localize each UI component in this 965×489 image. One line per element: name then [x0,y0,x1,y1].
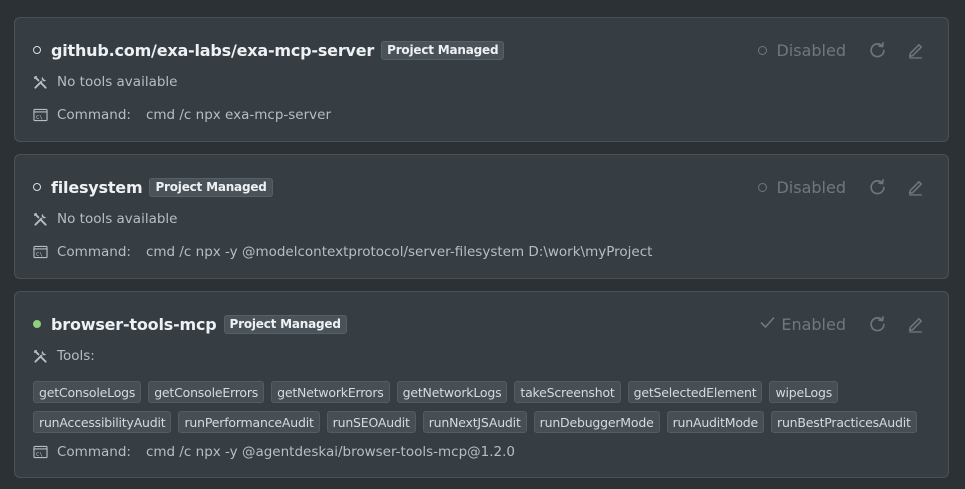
server-status-toggle[interactable]: Enabled [760,315,846,334]
server-title-row: github.com/exa-labs/exa-mcp-server Proje… [33,38,505,62]
status-dot-icon [33,46,41,54]
command-text: cmd /c npx -y @modelcontextprotocol/serv… [145,244,653,260]
server-status-toggle[interactable]: Disabled [758,178,846,197]
terminal-icon: C\ [33,245,48,260]
tool-chip: getNetworkErrors [271,381,390,403]
tool-chip: runBestPracticesAudit [771,411,917,433]
server-status-label: Disabled [776,177,846,197]
tools-icon [33,212,48,227]
server-title-row: filesystem Project Managed [33,175,273,199]
disabled-circle-icon [758,182,768,192]
command-row: C\ Command: cmd /c npx exa-mcp-server [33,106,331,124]
refresh-icon[interactable] [868,315,886,333]
project-managed-badge: Project Managed [149,177,273,197]
command-label: Command: [57,107,131,123]
pencil-icon[interactable] [906,178,924,196]
command-row: C\ Command: cmd /c npx -y @modelcontextp… [33,243,652,261]
status-dot-icon [33,183,41,191]
command-label: Command: [57,244,131,260]
check-icon [760,315,775,333]
tools-icon [33,75,48,90]
project-managed-badge: Project Managed [223,314,347,334]
server-controls: Enabled [760,312,924,336]
server-status-label: Disabled [776,40,846,60]
server-card: filesystem Project Managed Disabled No t… [14,154,949,279]
tools-text: Tools: [57,348,95,364]
server-controls: Disabled [758,175,924,199]
tools-row: Tools: [33,347,95,365]
pencil-icon[interactable] [906,41,924,59]
tool-chip: runPerformanceAudit [178,411,320,433]
server-name: github.com/exa-labs/exa-mcp-server [51,40,375,60]
server-title-row: browser-tools-mcp Project Managed [33,312,347,336]
tool-chip-row: runAccessibilityAudit runPerformanceAudit… [33,411,933,433]
svg-text:C\: C\ [36,115,43,121]
tool-chip: getSelectedElement [627,381,763,403]
disabled-circle-icon [758,45,768,55]
server-controls: Disabled [758,38,924,62]
server-status-label: Enabled [781,314,846,334]
command-label: Command: [57,444,131,460]
tools-row: No tools available [33,73,177,91]
tools-text: No tools available [57,211,178,227]
command-text: cmd /c npx exa-mcp-server [145,107,331,123]
tool-chip: getConsoleLogs [33,381,142,403]
svg-text:C\: C\ [36,252,43,258]
tool-chip: runNextJSAudit [422,411,527,433]
tool-chip: getConsoleErrors [148,381,265,403]
terminal-icon: C\ [33,108,48,123]
server-name: filesystem [51,177,143,197]
server-name: browser-tools-mcp [51,314,217,334]
server-card: browser-tools-mcp Project Managed Enable… [14,291,949,478]
tool-chip: runSEOAudit [326,411,416,433]
tools-text: No tools available [57,74,178,90]
status-dot-icon [33,320,41,328]
pencil-icon[interactable] [906,315,924,333]
command-text: cmd /c npx -y @agentdeskai/browser-tools… [145,444,515,460]
server-card: github.com/exa-labs/exa-mcp-server Proje… [14,17,949,142]
tool-chip: runAuditMode [666,411,765,433]
tool-chip: runDebuggerMode [533,411,660,433]
svg-text:C\: C\ [36,452,43,458]
tool-chip-row: getConsoleLogs getConsoleErrors getNetwork… [33,381,933,403]
command-row: C\ Command: cmd /c npx -y @agentdeskai/b… [33,443,515,461]
tool-chip: wipeLogs [769,381,839,403]
tools-row: No tools available [33,210,177,228]
refresh-icon[interactable] [868,178,886,196]
tool-chip: takeScreenshot [514,381,621,403]
refresh-icon[interactable] [868,41,886,59]
project-managed-badge: Project Managed [381,40,505,60]
tool-chip: runAccessibilityAudit [33,411,172,433]
tool-chip-list: getConsoleLogs getConsoleErrors getNetwork… [33,381,933,441]
terminal-icon: C\ [33,445,48,460]
tools-icon [33,349,48,364]
server-status-toggle[interactable]: Disabled [758,41,846,60]
tool-chip: getNetworkLogs [396,381,508,403]
